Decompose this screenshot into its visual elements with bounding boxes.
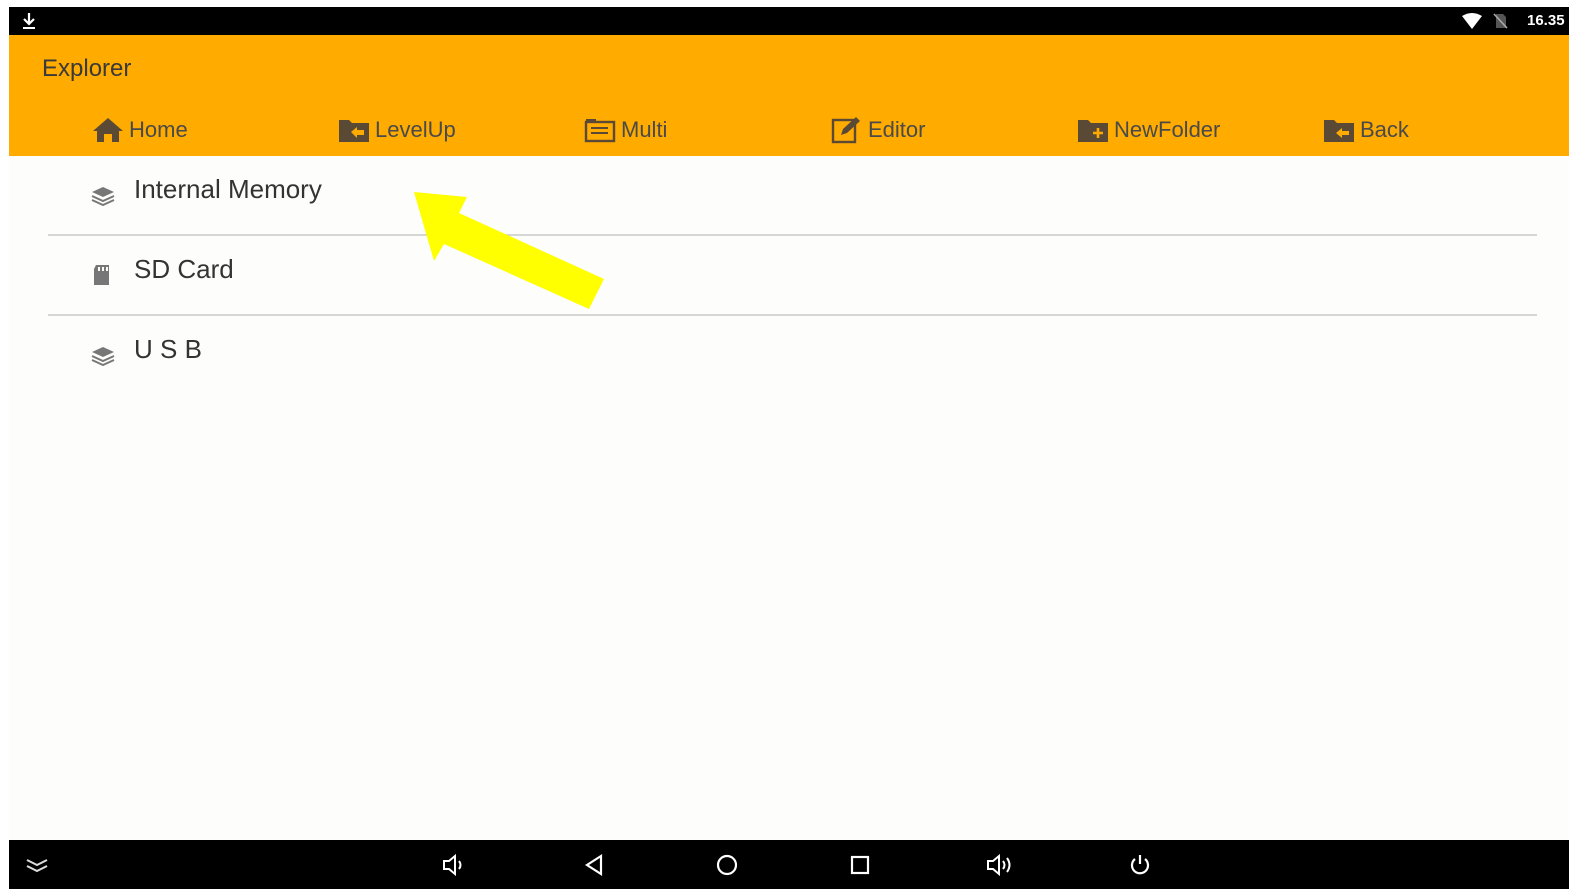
storage-stack-icon (91, 187, 115, 206)
storage-item-label: U S B (134, 334, 202, 364)
storage-item-sd-card[interactable]: SD Card (48, 236, 1537, 316)
storage-stack-icon (91, 347, 115, 366)
toolbar-levelup-label: LevelUp (375, 117, 456, 142)
multi-select-icon (584, 119, 616, 143)
toolbar-levelup-button[interactable]: LevelUp (337, 113, 456, 147)
toolbar-back-button[interactable]: Back (1322, 113, 1409, 147)
home-icon (93, 118, 123, 142)
storage-item-usb[interactable]: U S B (48, 316, 1537, 394)
toolbar-back-label: Back (1360, 117, 1409, 142)
storage-item-label: Internal Memory (134, 174, 322, 204)
status-bar: 16.35 (9, 7, 1569, 35)
power-icon[interactable] (1126, 852, 1154, 878)
download-icon (23, 13, 35, 29)
toolbar-editor-button[interactable]: Editor (830, 113, 925, 147)
app-bar: Explorer Home LevelUp Multi Editor NewFo… (9, 35, 1569, 156)
status-clock: 16.35 (1527, 12, 1565, 29)
app-title: Explorer (42, 55, 132, 82)
folder-levelup-icon (339, 120, 369, 142)
sd-card-icon (94, 265, 109, 285)
recents-icon[interactable] (846, 852, 874, 878)
toolbar-multi-button[interactable]: Multi (583, 113, 667, 147)
volume-up-icon[interactable] (985, 852, 1013, 878)
wifi-icon (1462, 13, 1482, 29)
storage-item-label: SD Card (134, 254, 234, 284)
volume-down-icon[interactable] (440, 852, 468, 878)
storage-list: Internal Memory SD Card U S B (48, 156, 1537, 394)
home-icon[interactable] (713, 852, 741, 878)
pointer-arrow-icon (414, 192, 604, 309)
collapse-icon[interactable] (23, 852, 51, 878)
folder-back-icon (1324, 120, 1354, 142)
toolbar-multi-label: Multi (621, 117, 668, 142)
new-folder-icon (1078, 120, 1108, 142)
screen: 16.35 Explorer Home LevelUp Multi Editor… (9, 7, 1569, 889)
toolbar-newfolder-button[interactable]: NewFolder (1076, 113, 1220, 147)
back-icon[interactable] (581, 852, 609, 878)
toolbar-home-button[interactable]: Home (91, 113, 188, 147)
storage-item-internal-memory[interactable]: Internal Memory (48, 156, 1537, 236)
edit-icon (831, 117, 860, 144)
navigation-bar (9, 840, 1569, 889)
toolbar-newfolder-label: NewFolder (1114, 117, 1221, 142)
toolbar-home-label: Home (129, 117, 188, 142)
toolbar-editor-label: Editor (868, 117, 926, 142)
no-sim-icon (1493, 13, 1508, 29)
